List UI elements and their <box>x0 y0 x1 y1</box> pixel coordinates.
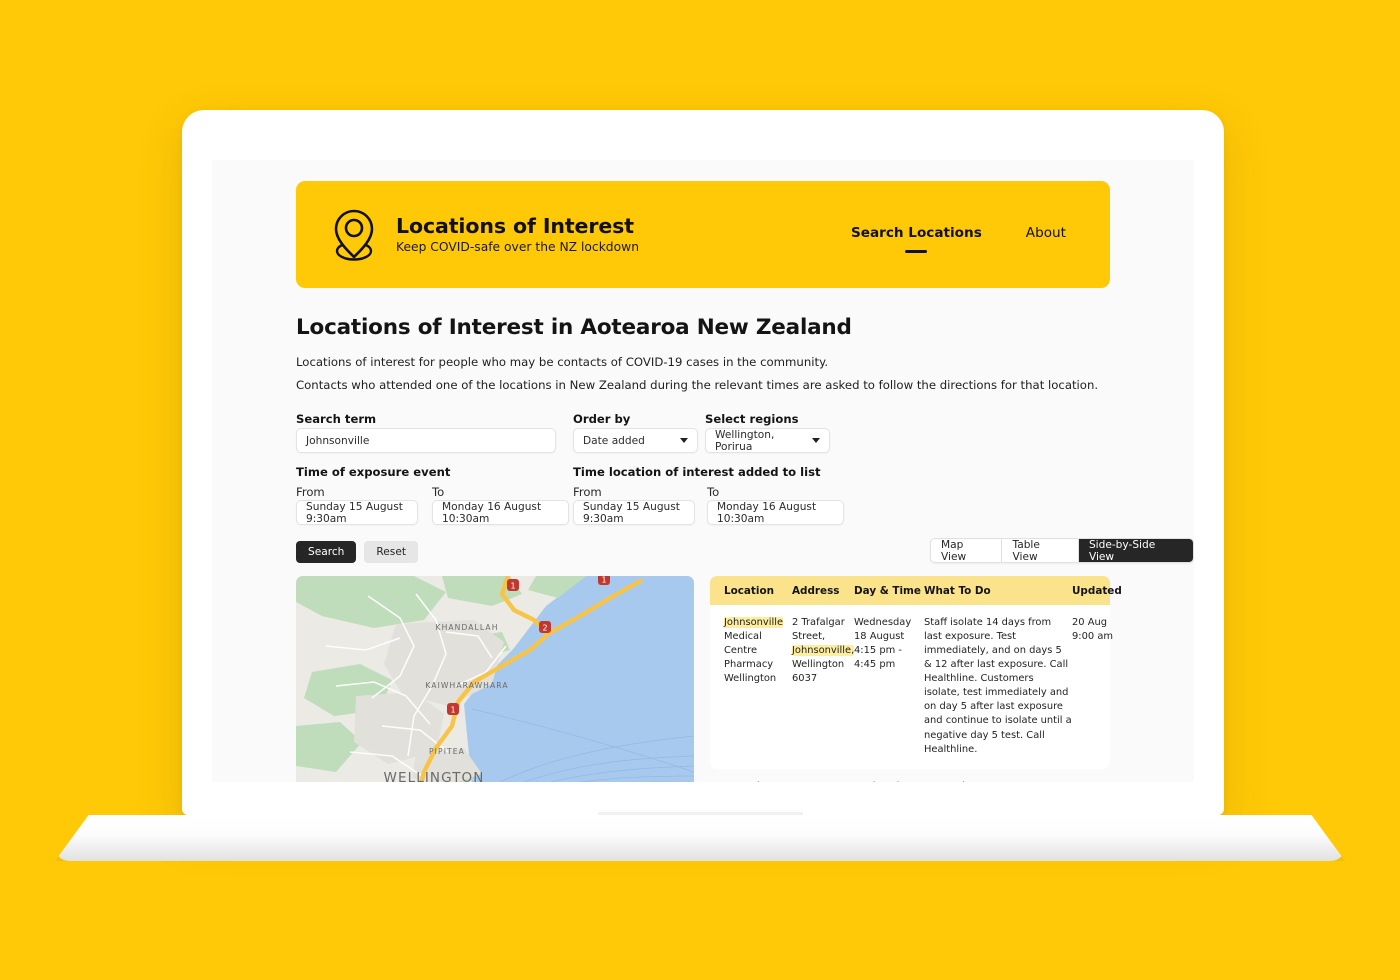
svg-text:1: 1 <box>450 705 455 714</box>
added-from-input[interactable]: Sunday 15 August 9:30am <box>573 500 695 525</box>
laptop-base <box>55 815 1345 861</box>
column-header-address: Address <box>792 585 840 597</box>
filter-actions: Search Reset <box>296 541 418 563</box>
table-row[interactable]: Johnsonville Medical Centre Pharmacy Wel… <box>710 605 1113 769</box>
cell-address-post: Wellington 6037 <box>792 659 845 685</box>
nav-item-about[interactable]: About <box>1026 225 1066 244</box>
site-header: Locations of Interest Keep COVID-safe ov… <box>296 181 1110 288</box>
exposure-from-input[interactable]: Sunday 15 August 9:30am <box>296 500 418 525</box>
brand[interactable]: Locations of Interest Keep COVID-safe ov… <box>328 207 639 263</box>
search-button[interactable]: Search <box>296 541 357 563</box>
added-from-label: From <box>573 485 602 499</box>
column-header-updated: Updated <box>1072 585 1122 597</box>
nav-active-underline <box>905 250 928 253</box>
map-road-shield-3: 1 <box>447 703 459 715</box>
intro-paragraph-2: Contacts who attended one of the locatio… <box>296 378 1099 392</box>
reset-button[interactable]: Reset <box>364 541 418 563</box>
brand-title: Locations of Interest <box>396 213 634 238</box>
table-row[interactable]: Countdown Johnsonville Road Wellington 3… <box>710 769 1110 782</box>
cell-address-pre: 31 <box>792 781 805 782</box>
select-regions-select[interactable]: Wellington, Porirua <box>705 428 830 453</box>
added-from-value: Sunday 15 August 9:30am <box>583 500 680 525</box>
chevron-down-icon <box>812 438 820 443</box>
nav-label-about: About <box>1025 225 1066 241</box>
toggle-side-by-side-view[interactable]: Side-by-Side View <box>1078 539 1193 562</box>
exposure-from-label: From <box>296 485 325 499</box>
select-regions-label: Select regions <box>705 412 799 426</box>
column-header-location: Location <box>724 585 774 597</box>
cell-day-time: Wednesday 18 August 4:30 pm - 5:00 pm <box>854 780 924 782</box>
cell-address: 2 Trafalgar Street, Johnsonville, Wellin… <box>792 616 855 757</box>
chevron-down-icon <box>680 438 688 443</box>
exposure-to-input[interactable]: Monday 16 August 10:30am <box>432 500 569 525</box>
map-label-kaiwharawhara: KAIWHARAWHARA <box>425 681 508 690</box>
order-by-value: Date added <box>583 434 645 447</box>
map-label-wellington: WELLINGTON <box>384 770 485 782</box>
map-label-khandallah: KHANDALLAH <box>435 623 498 632</box>
order-by-label: Order by <box>573 412 631 426</box>
browser-viewport: Locations of Interest Keep COVID-safe ov… <box>212 160 1194 782</box>
page-title: Locations of Interest in Aotearoa New Ze… <box>296 315 852 340</box>
highlight-term: Johnsonville, <box>792 645 855 657</box>
column-header-day-time: Day & Time <box>854 585 921 597</box>
cell-address-pre: 2 Trafalgar Street, <box>792 617 845 643</box>
map-label-pipitea: PIPITEA <box>429 747 465 756</box>
cell-location-pre: Countdown <box>724 781 780 782</box>
select-regions-value: Wellington, Porirua <box>715 428 775 453</box>
search-input[interactable]: Johnsonville <box>296 428 556 453</box>
search-term-label: Search term <box>296 412 377 426</box>
table-header-row: Location Address Day & Time What To Do U… <box>710 576 1122 605</box>
toggle-map-view[interactable]: Map View <box>931 539 1003 562</box>
cell-location: Johnsonville Medical Centre Pharmacy Wel… <box>724 616 792 757</box>
svg-text:1: 1 <box>601 576 606 584</box>
cell-location: Countdown Johnsonville Road Wellington <box>724 780 792 782</box>
added-group-label: Time location of interest added to list <box>573 465 821 479</box>
map-road-shield-1: 1 <box>507 579 519 591</box>
cell-day-time: Wednesday 18 August 4:15 pm - 4:45 pm <box>854 617 912 671</box>
order-by-select[interactable]: Date added <box>573 428 698 453</box>
laptop-mockup: Locations of Interest Keep COVID-safe ov… <box>0 0 1400 980</box>
nav-item-search-locations[interactable]: Search Locations <box>850 225 982 253</box>
exposure-to-value: Monday 16 August 10:30am <box>442 500 542 525</box>
cell-updated: 20 Aug 9:00 am <box>1072 617 1113 643</box>
brand-subtitle: Keep COVID-safe over the NZ lockdown <box>396 240 639 255</box>
view-toggle-group: Map View Table View Side-by-Side View <box>930 538 1194 563</box>
nav-label-search-locations: Search Locations <box>850 225 982 241</box>
cell-address: 31 Johnsonville Road, Johnsonville, <box>792 780 854 782</box>
cell-what-to-do: Stay at home, test immediately and on or… <box>924 780 1072 782</box>
toggle-table-view[interactable]: Table View <box>1002 539 1079 562</box>
column-header-what-to-do: What To Do <box>924 585 991 597</box>
map-panel[interactable]: 1 2 1 1 KHANDALLAH KAIWHARAWHARA PIPITEA… <box>296 576 694 782</box>
svg-text:1: 1 <box>510 581 515 590</box>
results-table: Location Address Day & Time What To Do U… <box>710 576 1122 782</box>
svg-text:2: 2 <box>542 623 547 632</box>
cell-what-to-do: Staff isolate 14 days from last exposure… <box>924 617 1072 755</box>
main-nav: Search Locations About <box>850 225 1066 253</box>
exposure-from-value: Sunday 15 August 9:30am <box>306 500 403 525</box>
map-canvas[interactable]: 1 2 1 1 KHANDALLAH KAIWHARAWHARA PIPITEA… <box>296 576 694 782</box>
added-to-value: Monday 16 August 10:30am <box>717 500 817 525</box>
map-pin-icon <box>334 209 374 261</box>
exposure-group-label: Time of exposure event <box>296 465 451 479</box>
intro-paragraph-1: Locations of interest for people who may… <box>296 355 829 369</box>
added-to-input[interactable]: Monday 16 August 10:30am <box>707 500 844 525</box>
map-road-shield-2: 2 <box>539 621 551 633</box>
cell-updated: 20 Aug 9:00 am <box>1072 780 1116 782</box>
exposure-to-label: To <box>432 485 445 499</box>
search-input-value: Johnsonville <box>306 434 370 447</box>
cell-location-text: Medical Centre Pharmacy Wellington <box>724 631 777 685</box>
map-road-shield-4: 1 <box>598 576 610 585</box>
added-to-label: To <box>707 485 720 499</box>
highlight-term: Johnsonville <box>724 617 784 628</box>
